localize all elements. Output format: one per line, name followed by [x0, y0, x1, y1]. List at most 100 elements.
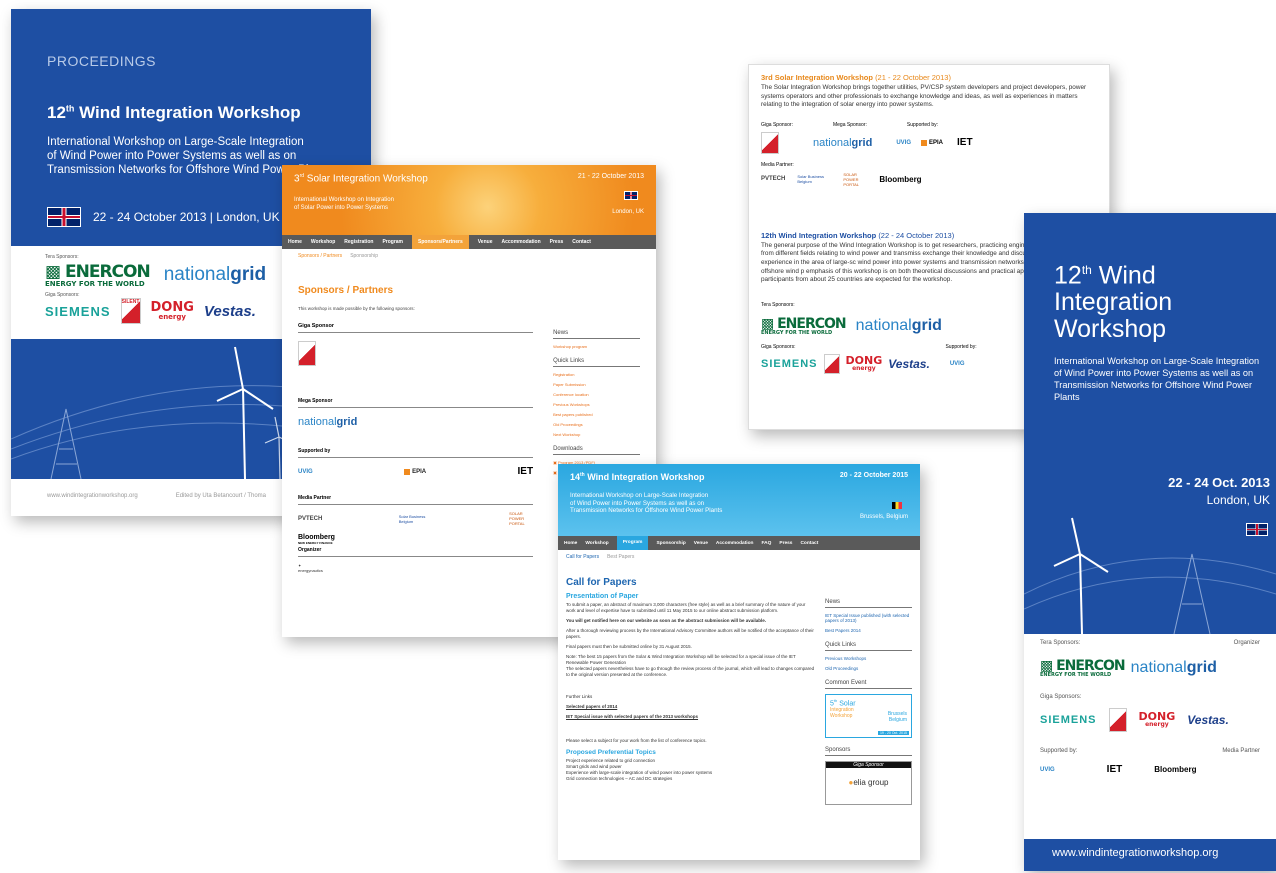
nav-press[interactable]: Press [779, 541, 792, 546]
media-label: Media Partner: [761, 161, 794, 168]
supported-label: Supported by: [1040, 748, 1078, 754]
supported-heading: Supported by [298, 448, 331, 454]
uvig-logo: UVIG [1040, 766, 1055, 773]
subnav-best-papers[interactable]: Best Papers [607, 554, 634, 560]
sbb-logo: Solar Business Belgium [398, 513, 426, 524]
sponsors-heading: Sponsors [825, 747, 912, 756]
silent-logo [1108, 708, 1127, 732]
vestas-logo: Vestas. [888, 356, 930, 371]
elia-logo: ●elia group [848, 778, 889, 787]
nav-program[interactable]: Program [616, 536, 649, 550]
supported-label: Supported by: [945, 343, 977, 350]
nav-faq[interactable]: FAQ [762, 541, 772, 546]
further-link[interactable]: IET Special issue with selected papers o… [566, 714, 815, 720]
further-link[interactable]: Selected papers of 2014 [566, 704, 815, 710]
poster-url: www.windintegrationworkshop.org [1024, 839, 1276, 871]
epia-logo: EPIA [404, 468, 426, 475]
quick-link[interactable]: Previous Workshops [825, 656, 912, 661]
topic-item: Grid connection technologies – AC and DC… [566, 776, 673, 781]
solar-header: 3rd Solar Integration Workshop 21 - 22 O… [282, 165, 656, 235]
nav-press[interactable]: Press [550, 239, 564, 245]
turbine-icon [1024, 517, 1276, 634]
bloomberg-logo: Bloomberg [879, 174, 922, 184]
wind-poster: 12th Wind Integration Workshop Internatio… [1024, 213, 1276, 871]
solar-workshop-dates: (21 - 22 October 2013) [875, 73, 951, 82]
solar-location: London, UK [612, 209, 644, 215]
tera-label: Tera Sponsors: [1040, 640, 1081, 646]
epia-logo: EPIA [921, 139, 943, 146]
wind-location: Brussels, Belgium [859, 514, 908, 520]
nav-registration[interactable]: Registration [344, 239, 373, 245]
nav-program[interactable]: Program [382, 239, 403, 245]
nav-sponsors[interactable]: Sponsors/Partners [412, 235, 469, 249]
quick-link[interactable]: Old Proceedings [825, 666, 912, 671]
subnav-sponsors[interactable]: Sponsors / Partners [298, 253, 342, 259]
spp-logo: SOLAR POWER PORTAL [843, 171, 859, 187]
uk-flag-icon [624, 191, 638, 200]
poster-subtitle: International Workshop on Large-Scale In… [1054, 356, 1260, 403]
nav-accommodation[interactable]: Accommodation [716, 541, 754, 546]
nav-workshop[interactable]: Workshop [311, 239, 335, 245]
wind-2015-website: 14th Wind Integration Workshop 20 - 22 O… [558, 464, 920, 860]
subnav-cfp[interactable]: Call for Papers [566, 554, 599, 560]
page-heading: Sponsors / Partners [298, 285, 394, 296]
dong-logo: DONG energy [845, 354, 883, 373]
solar-description: The Solar Integration Workshop brings to… [761, 84, 1087, 109]
nav-home[interactable]: Home [564, 541, 577, 546]
nav-contact[interactable]: Contact [572, 239, 591, 245]
nav-workshop[interactable]: Workshop [585, 541, 608, 546]
wind-header: 14th Wind Integration Workshop 20 - 22 O… [558, 464, 920, 536]
cover-date: 22 - 24 October 2013 | London, UK [93, 210, 280, 224]
giga-label: Giga Sponsor: [761, 121, 793, 128]
silent-logo [761, 131, 779, 154]
wind-workshop-title: 12th Wind Integration Workshop [761, 230, 877, 240]
quick-link[interactable]: Paper Submission [553, 382, 640, 387]
wind-description: The general purpose of the Wind Integrat… [761, 241, 1047, 284]
presentation-heading: Presentation of Paper [566, 593, 639, 600]
nav-contact[interactable]: Contact [800, 541, 818, 546]
wind-nav[interactable]: Home Workshop Program Sponsorship Venue … [558, 536, 920, 550]
quick-link[interactable]: Registration [553, 372, 640, 377]
nav-sponsorship[interactable]: Sponsorship [656, 541, 685, 546]
common-event-banner[interactable]: 5th Solar Integration Workshop Brussels B… [825, 694, 912, 738]
nav-home[interactable]: Home [288, 239, 302, 245]
wind-dates: 20 - 22 October 2015 [839, 472, 908, 479]
quicklinks-heading: Quick Links [553, 358, 640, 367]
nationalgrid-logo: nationalgrid [163, 264, 267, 285]
solar-dates: 21 - 22 October 2013 [577, 173, 644, 180]
nationalgrid-logo: nationalgrid [298, 416, 358, 428]
news-link[interactable]: IET Special Issue published (with select… [825, 613, 912, 623]
quick-link[interactable]: Old Proceedings [553, 422, 640, 427]
mega-heading: Mega Sponsor [298, 398, 333, 404]
select-text: Please select a subject for your work fr… [566, 738, 707, 743]
spp-logo: SOLAR POWER PORTAL [509, 511, 525, 526]
news-heading: News [825, 599, 912, 608]
organizer-heading: Organizer [298, 547, 322, 553]
nationalgrid-logo: nationalgrid [1130, 659, 1217, 676]
enercon-logo: ▩ ENERCON ENERGY FOR THE WORLD [45, 262, 151, 288]
uvig-logo: UVIG [298, 468, 313, 475]
poster-date: 22 - 24 Oct. 2013 [1168, 475, 1270, 490]
dong-logo: DONG energy [150, 300, 194, 321]
solar-workshop-title: 3rd Solar Integration Workshop [761, 73, 873, 82]
quick-link[interactable]: Next Workshop [553, 432, 640, 437]
cover-editor: Edited by Uta Betancourt / Thoma [175, 493, 266, 499]
quick-link[interactable]: Conference location [553, 392, 640, 397]
news-link[interactable]: Best Papers 2014 [825, 628, 912, 633]
cfp-text: To submit a paper, an abstract of maximu… [566, 602, 806, 613]
nationalgrid-logo: nationalgrid [813, 136, 873, 149]
uvig-logo: UVIG [949, 360, 965, 367]
nav-venue[interactable]: Venue [478, 239, 493, 245]
iet-logo: IET [517, 466, 534, 477]
poster-title: 12th Wind Integration Workshop [1054, 261, 1173, 344]
solar-nav[interactable]: Home Workshop Registration Program Spons… [282, 235, 656, 249]
vestas-logo: Vestas. [1187, 713, 1229, 727]
quick-link[interactable]: Best papers published [553, 412, 640, 417]
quick-link[interactable]: Previous Workshops [553, 402, 640, 407]
news-link[interactable]: Workshop program [553, 344, 640, 349]
nav-accommodation[interactable]: Accommodation [501, 239, 540, 245]
subnav-sponsorship[interactable]: Sponsorship [350, 253, 378, 259]
iet-logo: IET [957, 137, 973, 149]
dong-logo: DONG energy [1138, 710, 1176, 729]
nav-venue[interactable]: Venue [694, 541, 708, 546]
